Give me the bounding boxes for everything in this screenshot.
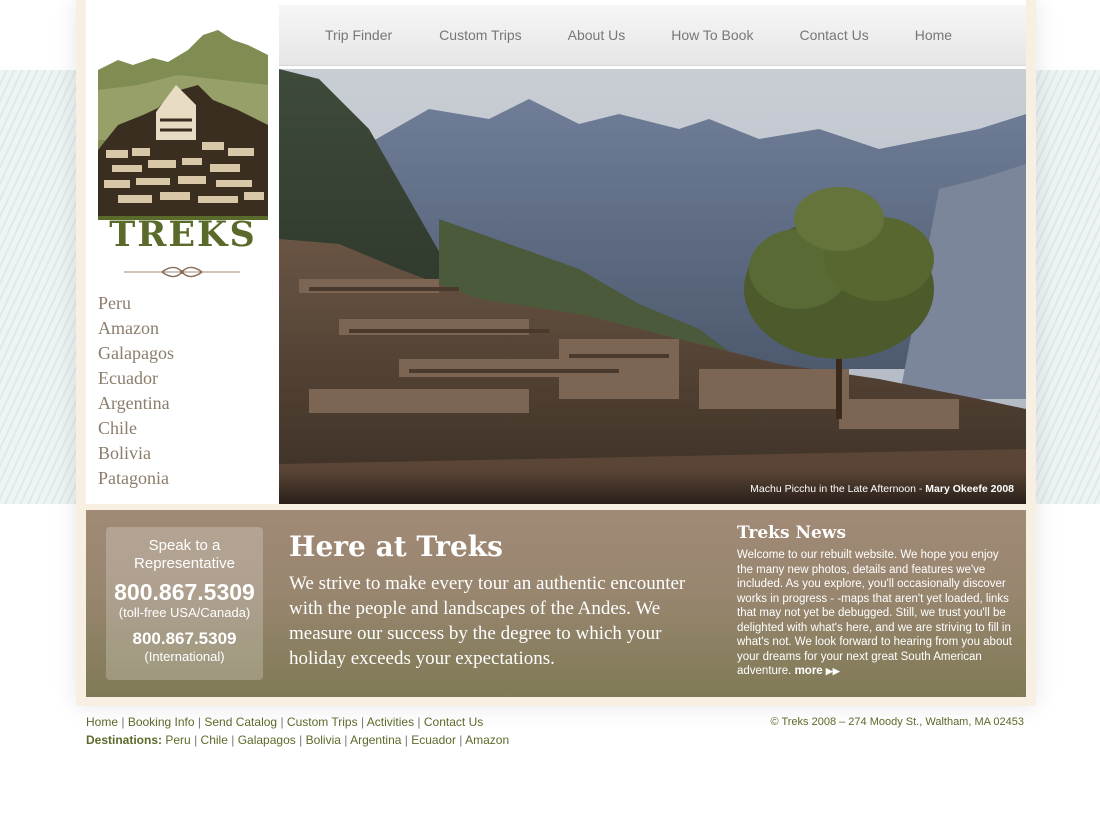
- destination-link-argentina[interactable]: Argentina: [98, 391, 174, 416]
- news-body: Welcome to our rebuilt website. We hope …: [737, 549, 1012, 677]
- nav-how-to-book[interactable]: How To Book: [671, 27, 753, 43]
- representative-box: Speak to a Representative 800.867.5309 (…: [106, 527, 263, 680]
- more-link[interactable]: more ▶▶: [795, 665, 840, 677]
- nav-trip-finder[interactable]: Trip Finder: [325, 27, 392, 43]
- nav-about-us[interactable]: About Us: [568, 27, 626, 43]
- footer-separator: |: [194, 733, 198, 747]
- footer-separator: |: [459, 733, 463, 747]
- footer-dest-argentina[interactable]: Argentina: [350, 733, 401, 747]
- footer-separator: |: [417, 715, 421, 729]
- footer-link-send-catalog[interactable]: Send Catalog: [204, 715, 277, 729]
- footer-separator: |: [360, 715, 365, 729]
- rep-title-line2: Representative: [134, 555, 235, 572]
- footer-separator: |: [231, 733, 235, 747]
- ornament-divider: [124, 266, 240, 278]
- rep-title-line1: Speak to a: [148, 537, 221, 554]
- representative-title: Speak to a Representative: [106, 537, 263, 573]
- footer-link-contact-us[interactable]: Contact Us: [424, 715, 483, 729]
- footer-separator: |: [197, 715, 202, 729]
- main-nav: Trip Finder Custom Trips About Us How To…: [279, 5, 1026, 66]
- destination-link-chile[interactable]: Chile: [98, 416, 174, 441]
- news-heading: Treks News: [737, 523, 847, 543]
- brand-wordmark[interactable]: TREKS: [98, 214, 268, 255]
- destination-link-patagonia[interactable]: Patagonia: [98, 466, 174, 491]
- intro-heading: Here at Treks: [289, 530, 503, 563]
- footer-link-booking-info[interactable]: Booking Info: [128, 715, 195, 729]
- nav-home[interactable]: Home: [915, 27, 952, 43]
- footer-separator: |: [404, 733, 408, 747]
- footer-dest-amazon[interactable]: Amazon: [465, 733, 509, 747]
- footer-dest-galapagos[interactable]: Galapagos: [238, 733, 296, 747]
- footer-separator: |: [299, 733, 303, 747]
- tollfree-note: (toll-free USA/Canada): [118, 605, 251, 620]
- destination-link-galapagos[interactable]: Galapagos: [98, 341, 174, 366]
- nav-custom-trips[interactable]: Custom Trips: [439, 27, 521, 43]
- caption-text: Machu Picchu in the Late Afternoon -: [750, 483, 926, 495]
- photo-caption: Machu Picchu in the Late Afternoon - Mar…: [750, 483, 1014, 495]
- footer-separator: |: [280, 715, 284, 729]
- more-label: more: [794, 665, 823, 677]
- destination-list: Peru Amazon Galapagos Ecuador Argentina …: [98, 291, 174, 491]
- photo-credit: Mary Okeefe 2008: [925, 483, 1014, 495]
- nav-contact-us[interactable]: Contact Us: [799, 27, 868, 43]
- footer-link-custom-trips[interactable]: Custom Trips: [287, 715, 358, 729]
- destination-link-amazon[interactable]: Amazon: [98, 316, 174, 341]
- footer-link-activities[interactable]: Activities: [367, 715, 414, 729]
- hero-image: Machu Picchu in the Late Afternoon - Mar…: [279, 69, 1026, 504]
- phone-international[interactable]: 800.867.5309: [106, 629, 263, 649]
- footer-dest-ecuador[interactable]: Ecuador: [411, 733, 456, 747]
- destination-link-bolivia[interactable]: Bolivia: [98, 441, 174, 466]
- footer-nav: Home | Booking Info | Send Catalog | Cus…: [86, 715, 483, 729]
- footer-separator: |: [121, 715, 125, 729]
- footer-destinations: Destinations: Peru | Chile | Galapagos |…: [86, 733, 509, 747]
- machu-picchu-photo: [279, 69, 1026, 504]
- footer-link-home[interactable]: Home: [86, 715, 118, 729]
- destination-link-peru[interactable]: Peru: [98, 291, 174, 316]
- international-note: (International): [144, 649, 225, 664]
- destination-link-ecuador[interactable]: Ecuador: [98, 366, 174, 391]
- phone-tollfree[interactable]: 800.867.5309: [106, 579, 263, 605]
- footer-dest-bolivia[interactable]: Bolivia: [306, 733, 341, 747]
- footer-dest-chile[interactable]: Chile: [201, 733, 228, 747]
- footer-separator: |: [344, 733, 348, 747]
- double-arrow-icon: ▶▶: [825, 666, 840, 676]
- copyright: © Treks 2008 – 274 Moody St., Waltham, M…: [770, 716, 1025, 728]
- destinations-label: Destinations:: [86, 733, 163, 747]
- news-text: Welcome to our rebuilt website. We hope …: [737, 548, 1017, 679]
- intro-text: We strive to make every tour an authenti…: [289, 573, 686, 669]
- footer-dest-peru[interactable]: Peru: [165, 733, 190, 747]
